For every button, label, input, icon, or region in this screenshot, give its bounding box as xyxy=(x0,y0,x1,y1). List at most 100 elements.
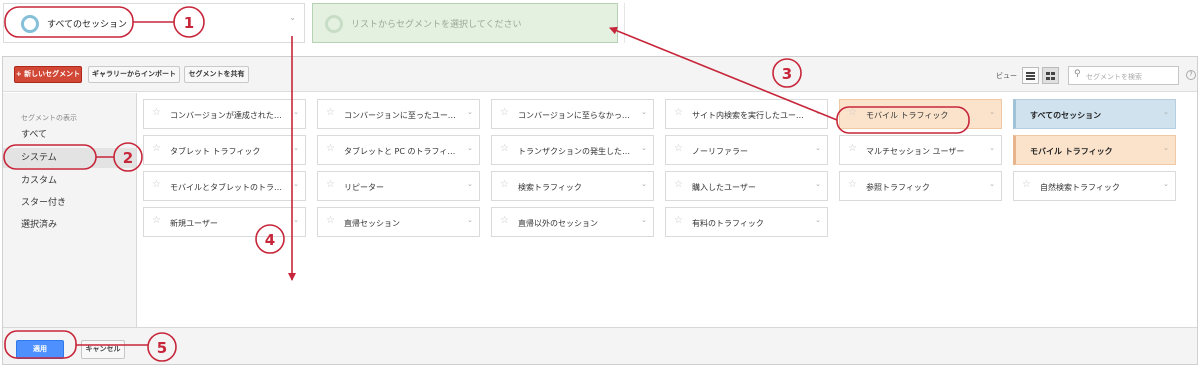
sidebar-item-custom[interactable]: カスタム xyxy=(3,171,136,191)
chevron-down-icon[interactable]: ⌄ xyxy=(641,216,647,224)
chevron-down-icon[interactable]: ⌄ xyxy=(815,144,821,152)
star-icon[interactable]: ☆ xyxy=(674,107,683,118)
segment-card-label: トランザクションの発生したセッ... xyxy=(518,147,636,156)
segment-card-label: 直帰セッション xyxy=(344,219,400,228)
star-icon[interactable]: ☆ xyxy=(500,179,509,190)
segment-card-label: コンバージョンが達成されたセ... xyxy=(170,111,288,120)
grid-view-button[interactable] xyxy=(1042,67,1059,84)
segment-card[interactable]: ☆ 検索トラフィック ⌄ xyxy=(491,171,654,201)
segment-card[interactable]: ☆ 自然検索トラフィック ⌄ xyxy=(1013,171,1176,201)
chevron-down-icon[interactable]: ⌄ xyxy=(467,144,473,152)
cancel-button[interactable]: キャンセル xyxy=(81,340,125,359)
sidebar-item-all[interactable]: すべて xyxy=(3,125,136,145)
share-segments-button[interactable]: セグメントを共有 xyxy=(184,66,249,83)
segment-card[interactable]: ☆ コンバージョンに至ったユーザー ⌄ xyxy=(317,99,480,129)
segment-slot-active[interactable]: すべてのセッション ⌄ xyxy=(3,3,305,43)
segment-card[interactable]: ☆ サイト内検索を実行したユーザー ⌄ xyxy=(665,99,828,129)
chevron-down-icon[interactable]: ⌄ xyxy=(641,108,647,116)
segment-card[interactable]: ☆ 有料のトラフィック ⌄ xyxy=(665,207,828,237)
segment-card-active[interactable]: すべてのセッション ⌄ xyxy=(1013,99,1176,129)
segment-card-label: 購入したユーザー xyxy=(692,183,756,192)
chevron-down-icon[interactable]: ⌄ xyxy=(293,108,299,116)
segment-card[interactable]: ☆ モバイルとタブレットのトラフィック ⌄ xyxy=(143,171,306,201)
segment-card-label: 新規ユーザー xyxy=(170,219,218,228)
chevron-down-icon[interactable]: ⌄ xyxy=(293,216,299,224)
segment-card[interactable]: ☆ リピーター ⌄ xyxy=(317,171,480,201)
help-icon[interactable]: ? xyxy=(1186,70,1196,80)
chevron-down-icon[interactable]: ⌄ xyxy=(989,108,995,116)
segment-card-label: 参照トラフィック xyxy=(866,183,930,192)
chevron-down-icon[interactable]: ⌄ xyxy=(1163,180,1169,188)
chevron-down-icon[interactable]: ⌄ xyxy=(1163,144,1169,152)
star-icon[interactable]: ☆ xyxy=(152,179,161,190)
segment-toolbar: + 新しいセグメント ギャラリーからインポート セグメントを共有 ビュー ⚲ セ… xyxy=(3,57,1197,92)
segment-card[interactable]: ☆ 参照トラフィック ⌄ xyxy=(839,171,1002,201)
star-icon[interactable]: ☆ xyxy=(674,143,683,154)
chevron-down-icon[interactable]: ⌄ xyxy=(641,180,647,188)
star-icon[interactable]: ☆ xyxy=(500,107,509,118)
new-segment-button[interactable]: + 新しいセグメント xyxy=(14,66,82,83)
segment-card[interactable]: ☆ マルチセッション ユーザー ⌄ xyxy=(839,135,1002,165)
segment-card-label: モバイルとタブレットのトラフィック xyxy=(170,183,288,192)
chevron-down-icon[interactable]: ⌄ xyxy=(289,13,296,22)
segment-slot-placeholder: リストからセグメントを選択してください xyxy=(351,20,522,30)
chevron-down-icon[interactable]: ⌄ xyxy=(467,180,473,188)
segment-footer: 適用 キャンセル xyxy=(3,327,1197,364)
segment-card[interactable]: ☆ タブレットと PC のトラフィック ⌄ xyxy=(317,135,480,165)
segment-card[interactable]: ☆ ノーリファラー ⌄ xyxy=(665,135,828,165)
sidebar-item-selected[interactable]: 選択済み xyxy=(3,215,136,235)
segment-card-label: マルチセッション ユーザー xyxy=(866,147,965,156)
star-icon[interactable]: ☆ xyxy=(848,179,857,190)
star-icon[interactable]: ☆ xyxy=(152,215,161,226)
search-placeholder: セグメントを検索 xyxy=(1086,73,1142,81)
chevron-down-icon[interactable]: ⌄ xyxy=(815,108,821,116)
chevron-down-icon[interactable]: ⌄ xyxy=(989,180,995,188)
segment-card-active[interactable]: モバイル トラフィック ⌄ xyxy=(1013,135,1176,165)
chevron-down-icon[interactable]: ⌄ xyxy=(467,108,473,116)
segment-card[interactable]: ☆ タブレット トラフィック ⌄ xyxy=(143,135,306,165)
chevron-down-icon[interactable]: ⌄ xyxy=(293,144,299,152)
segment-card-label: ノーリファラー xyxy=(692,147,748,156)
segment-slot-empty[interactable]: リストからセグメントを選択してください xyxy=(312,3,618,43)
segment-card-label: タブレット トラフィック xyxy=(170,147,261,156)
segment-card-selected[interactable]: ☆ モバイル トラフィック ⌄ xyxy=(839,99,1002,129)
chevron-down-icon[interactable]: ⌄ xyxy=(467,216,473,224)
star-icon[interactable]: ☆ xyxy=(326,143,335,154)
segment-circle-icon xyxy=(21,15,39,33)
segment-search-input[interactable]: ⚲ セグメントを検索 xyxy=(1068,66,1179,85)
star-icon[interactable]: ☆ xyxy=(1022,179,1031,190)
segment-card[interactable]: ☆ コンバージョンが達成されたセ... ⌄ xyxy=(143,99,306,129)
star-icon[interactable]: ☆ xyxy=(848,107,857,118)
segment-bar-empty-area xyxy=(624,3,1196,43)
star-icon[interactable]: ☆ xyxy=(326,179,335,190)
sidebar-item-system[interactable]: システム xyxy=(3,148,136,168)
apply-button[interactable]: 適用 xyxy=(16,340,64,359)
star-icon[interactable]: ☆ xyxy=(500,215,509,226)
segment-card[interactable]: ☆ 直帰以外のセッション ⌄ xyxy=(491,207,654,237)
star-icon[interactable]: ☆ xyxy=(674,179,683,190)
segment-card-label: モバイル トラフィック xyxy=(1030,147,1113,156)
segment-card[interactable]: ☆ トランザクションの発生したセッ... ⌄ xyxy=(491,135,654,165)
chevron-down-icon[interactable]: ⌄ xyxy=(815,180,821,188)
segment-card[interactable]: ☆ コンバージョンに至らなかった... ⌄ xyxy=(491,99,654,129)
chevron-down-icon[interactable]: ⌄ xyxy=(815,216,821,224)
segment-card[interactable]: ☆ 直帰セッション ⌄ xyxy=(317,207,480,237)
segment-card-label: 自然検索トラフィック xyxy=(1040,183,1120,192)
import-from-gallery-button[interactable]: ギャラリーからインポート xyxy=(88,66,180,83)
star-icon[interactable]: ☆ xyxy=(326,215,335,226)
chevron-down-icon[interactable]: ⌄ xyxy=(293,180,299,188)
view-label: ビュー xyxy=(996,72,1017,80)
star-icon[interactable]: ☆ xyxy=(152,143,161,154)
star-icon[interactable]: ☆ xyxy=(500,143,509,154)
star-icon[interactable]: ☆ xyxy=(848,143,857,154)
star-icon[interactable]: ☆ xyxy=(152,107,161,118)
star-icon[interactable]: ☆ xyxy=(674,215,683,226)
chevron-down-icon[interactable]: ⌄ xyxy=(989,144,995,152)
chevron-down-icon[interactable]: ⌄ xyxy=(641,144,647,152)
segment-card[interactable]: ☆ 新規ユーザー ⌄ xyxy=(143,207,306,237)
sidebar-item-starred[interactable]: スター付き xyxy=(3,193,136,213)
star-icon[interactable]: ☆ xyxy=(326,107,335,118)
segment-card[interactable]: ☆ 購入したユーザー ⌄ xyxy=(665,171,828,201)
chevron-down-icon[interactable]: ⌄ xyxy=(1163,108,1169,116)
list-view-button[interactable] xyxy=(1022,67,1039,84)
